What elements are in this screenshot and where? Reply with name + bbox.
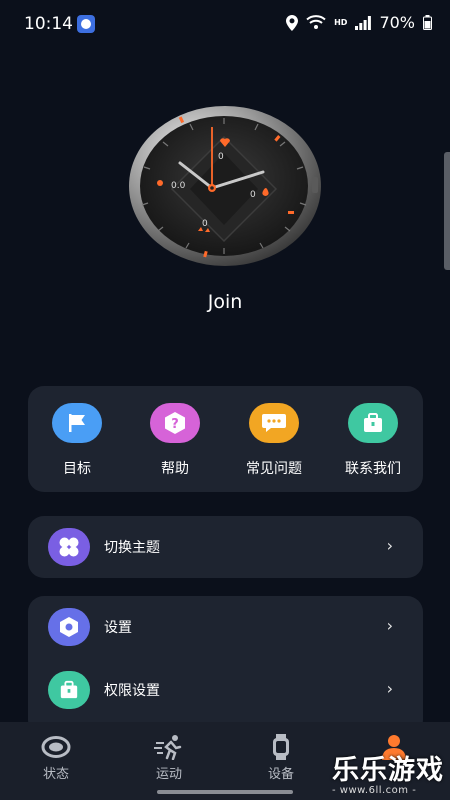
quick-action-label: 帮助 <box>161 461 189 477</box>
briefcase-icon <box>48 671 90 709</box>
quick-action-goal[interactable]: 目标 <box>37 403 117 478</box>
permission-settings-row[interactable]: 权限设置 › <box>28 659 423 721</box>
tab-status[interactable]: 状态 <box>16 734 96 782</box>
quick-action-contact[interactable]: 联系我们 <box>333 403 413 478</box>
watermark-title: 乐乐游戏 <box>332 755 444 786</box>
status-bar: 10:14 HD 70% <box>0 0 450 48</box>
status-indicators: HD 70% <box>286 13 432 32</box>
tab-label: 状态 <box>42 767 69 782</box>
watermark-logo: 乐乐游戏 - www.6ll.com - <box>332 748 450 800</box>
quick-action-help[interactable]: ? 帮助 <box>135 403 215 478</box>
side-drawer-handle[interactable] <box>444 152 450 270</box>
switch-theme-label: 切换主题 <box>104 540 160 556</box>
watch-face[interactable]: 0 0.0 0 0 <box>128 105 322 267</box>
tab-label: 设备 <box>267 767 294 782</box>
dial-value-top: 0 <box>218 152 224 162</box>
svg-text:?: ? <box>171 417 179 432</box>
chevron-right-icon: › <box>386 616 393 635</box>
theme-card: 切换主题 › <box>28 516 423 578</box>
chevron-right-icon: › <box>386 679 393 698</box>
hex-nut-icon <box>48 608 90 646</box>
tab-device[interactable]: 设备 <box>241 734 321 782</box>
settings-label: 设置 <box>104 620 132 636</box>
wifi-icon <box>306 15 326 29</box>
battery-percent: 70% <box>379 13 415 32</box>
watch-icon <box>241 734 321 760</box>
battery-icon <box>423 15 432 30</box>
clover-icon <box>48 528 90 566</box>
location-dial-icon <box>157 180 163 186</box>
ring-icon <box>16 734 96 760</box>
question-icon: ? <box>150 403 200 443</box>
flag-icon <box>52 403 102 443</box>
tab-sport[interactable]: 运动 <box>129 734 209 782</box>
dial-value-right: 0 <box>250 190 256 200</box>
settings-row[interactable]: 设置 › <box>28 596 423 658</box>
location-icon <box>286 14 299 31</box>
dial-value-left: 0.0 <box>171 181 186 191</box>
switch-theme-row[interactable]: 切换主题 › <box>28 516 423 578</box>
home-indicator[interactable] <box>157 790 293 794</box>
settings-card: 设置 › 权限设置 › <box>28 596 423 736</box>
hd-badge: HD <box>334 18 348 27</box>
quick-action-label: 目标 <box>63 461 91 477</box>
quick-action-label: 常见问题 <box>246 461 302 477</box>
tab-label: 运动 <box>155 767 182 782</box>
status-time: 10:14 <box>24 14 73 34</box>
signal-icon <box>355 15 372 30</box>
profile-name[interactable]: Join <box>0 291 450 313</box>
briefcase-icon <box>348 403 398 443</box>
runner-icon <box>129 734 209 760</box>
quick-actions-card: 目标 ? 帮助 常见问题 联系我们 <box>28 386 423 492</box>
app-notification-icon <box>77 15 95 33</box>
permission-settings-label: 权限设置 <box>104 683 160 699</box>
dial-value-bottom: 0 <box>202 219 208 229</box>
quick-action-label: 联系我们 <box>345 461 401 477</box>
quick-action-faq[interactable]: 常见问题 <box>234 403 314 478</box>
chat-bubble-icon <box>249 403 299 443</box>
chevron-right-icon: › <box>386 536 393 555</box>
